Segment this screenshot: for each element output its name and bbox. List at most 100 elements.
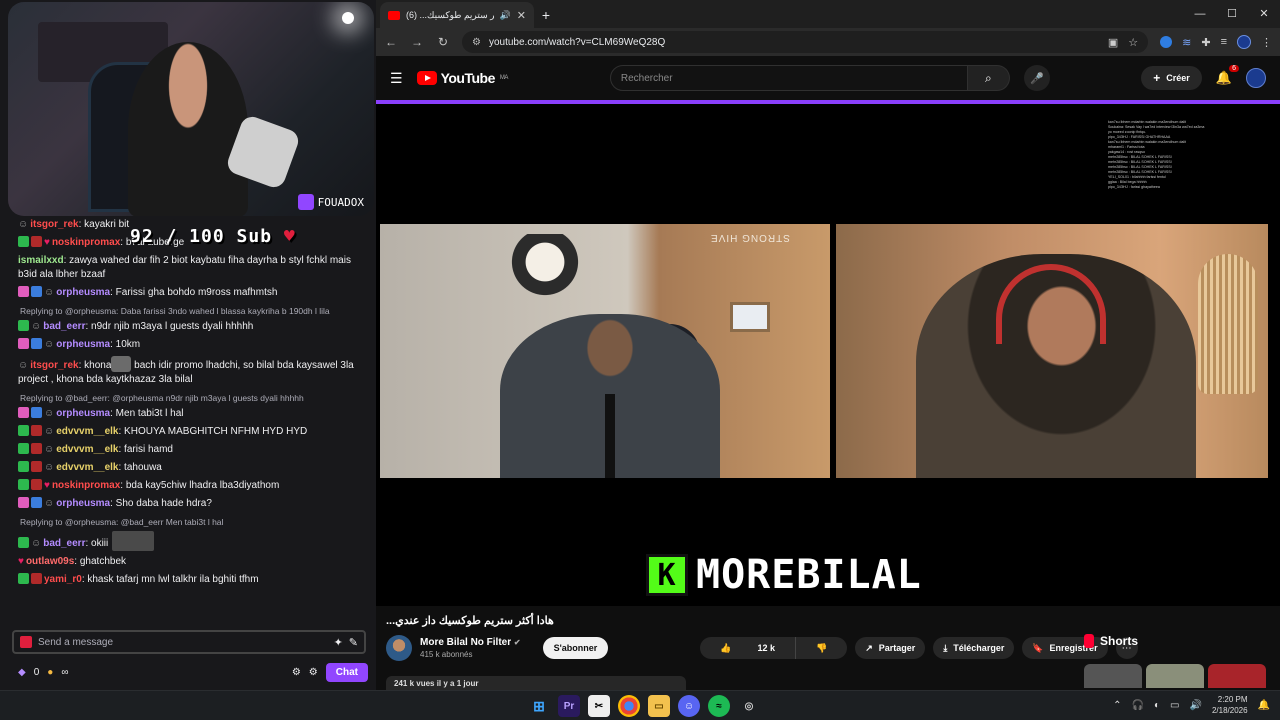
reading-list-icon[interactable]: ≡ [1221,36,1227,48]
minimize-button[interactable]: — [1184,0,1216,28]
chat-message[interactable]: ♥ outlaw09s: ghatchbek [8,553,370,571]
chat-username[interactable]: yami_r0 [44,574,82,585]
chat-username[interactable]: orpheusma [56,339,110,350]
chat-message[interactable]: ☺ edvvvm__elk: farisi hamd [8,441,370,459]
volume-icon[interactable]: 🔊 [1190,700,1202,711]
account-avatar[interactable] [1246,68,1266,88]
dislike-button[interactable]: 👎 [795,637,847,659]
chat-message[interactable]: ☺ orpheusma: 10km [8,336,370,354]
url-text[interactable]: youtube.com/watch?v=CLM69WeQ28Q [489,37,665,48]
speaker-icon[interactable]: 🔊 [500,10,511,21]
chat-username[interactable]: ismailxxd [18,255,64,266]
chat-username[interactable]: itsgor_rek [30,219,78,230]
chat-message[interactable]: ☺ edvvvm__elk: KHOUYA MABGHITCH NFHM HYD … [8,423,370,441]
capcut-icon[interactable]: ✂ [588,695,610,717]
site-info-icon[interactable]: ⚙ [472,37,481,48]
prediction-icon[interactable]: ⚙ [292,667,301,678]
chat-username[interactable]: noskinpromax [52,237,120,248]
chat-username[interactable]: edvvvm__elk [56,426,118,437]
windows-start-icon[interactable]: ⊞ [528,695,550,717]
share-button[interactable]: ↗ Partager [855,637,926,659]
chat-message[interactable]: ismailxxd: zawya wahed dar fih 2 biot ka… [8,252,370,284]
chat-input[interactable]: Send a message [38,637,328,648]
chat-badge-icon [31,338,42,349]
voice-search-icon[interactable]: 🎤 [1023,65,1050,91]
chat-badge-icon [31,286,42,297]
chat-username[interactable]: noskinpromax [52,480,120,491]
emote-picker-icon[interactable]: ✎ [349,636,358,649]
chat-message[interactable]: ☺ orpheusma: Sho daba hade hdra? [8,495,370,513]
chat-username[interactable]: outlaw09s [26,556,74,567]
clock[interactable]: 2:20 PM 2/18/2026 [1212,694,1248,716]
extensions-puzzle-icon[interactable]: ✚ [1201,36,1210,49]
chat-input-box[interactable]: Send a message ✦ ✎ [12,630,366,654]
reload-icon[interactable]: ↻ [436,35,450,49]
shorts-thumbnail[interactable] [1084,664,1142,688]
chat-username[interactable]: edvvvm__elk [56,444,118,455]
omnibox[interactable]: ⚙ youtube.com/watch?v=CLM69WeQ28Q ▣ ☆ [462,31,1149,53]
extension-waves-icon[interactable]: ≋ [1182,36,1191,49]
browser-window: هادا أكثر ستريم طوكسيك... (6) 🔊 ✕ + — ☐ … [376,0,1280,690]
file-explorer-icon[interactable]: ▭ [648,695,670,717]
profile-avatar-icon[interactable] [1237,35,1251,49]
chat-button[interactable]: Chat [325,662,368,682]
search-input[interactable]: Rechercher [609,65,968,91]
hamburger-menu-icon[interactable]: ☰ [390,70,403,87]
shorts-thumbnail[interactable] [1146,664,1204,688]
settings-icon[interactable]: ⚙ [309,667,318,678]
close-window-button[interactable]: ✕ [1248,0,1280,28]
chat-message[interactable]: ☺ orpheusma: Men tabi3t l hal [8,405,370,423]
chat-log[interactable]: ☺ itsgor_rek: kayakri bit ♥ noskinpromax: b… [8,216,370,626]
youtube-logo[interactable]: YouTube MA [416,70,508,86]
channel-avatar[interactable] [386,635,412,661]
notification-center-icon[interactable]: 🔔 [1258,700,1270,711]
chat-message[interactable]: ☺ edvvvm__elk: tahouwa [8,459,370,477]
notifications-bell-icon[interactable]: 🔔 6 [1216,65,1239,86]
chat-message[interactable]: ☺ bad_eerr: n9dr njib m3aya l guests dyal… [8,318,370,336]
tray-app-icon[interactable]: ◐ [1154,700,1160,711]
subscribe-button[interactable]: S'abonner [542,637,609,659]
maximize-button[interactable]: ☐ [1216,0,1248,28]
chat-username[interactable]: itsgor_rek [30,360,78,371]
shorts-icon [1084,634,1094,648]
chat-message[interactable]: ♥ noskinpromax: bda kay5chiw lhadra lba3d… [8,477,370,495]
channel-name[interactable]: More Bilal No Filter [420,637,511,648]
chat-message[interactable]: ☺ orpheusma: Farissi gha bohdo m9ross maf… [8,284,370,302]
chat-message[interactable]: ☺ bad_eerr: okiii [8,529,370,553]
create-button[interactable]: + Créer [1141,66,1202,90]
chat-username[interactable]: bad_eerr [43,538,85,549]
chat-username[interactable]: orpheusma [56,287,110,298]
tab-youtube[interactable]: هادا أكثر ستريم طوكسيك... (6) 🔊 ✕ [380,2,534,28]
spotify-icon[interactable]: ≈ [708,695,730,717]
bookmark-star-icon[interactable]: ☆ [1128,36,1138,49]
close-tab-icon[interactable]: ✕ [517,9,526,22]
discord-icon[interactable]: ☺ [678,695,700,717]
back-icon[interactable]: ← [384,35,398,49]
chat-username[interactable]: orpheusma [56,408,110,419]
coin-icon[interactable]: ● [47,667,53,678]
obs-icon[interactable]: ◎ [738,695,760,717]
tray-chevron-icon[interactable]: ⌃ [1113,700,1121,711]
channel-points-icon[interactable] [20,636,32,648]
channel-points-diamond-icon[interactable]: ◆ [18,667,26,678]
network-icon[interactable]: ▭ [1170,700,1179,711]
extension-shield-icon[interactable] [1160,36,1173,48]
kebab-menu-icon[interactable]: ⋮ [1261,36,1272,49]
headset-tray-icon[interactable]: 🎧 [1132,700,1144,711]
chat-message[interactable]: yami_r0: khask tafarj mn lwl talkhr ila … [8,571,370,589]
shorts-thumbnail[interactable] [1208,664,1266,688]
download-button[interactable]: ⤓ Télécharger [933,637,1015,659]
premiere-pro-icon[interactable]: Pr [558,695,580,717]
like-button[interactable]: 👍 12 k [700,637,795,659]
cast-icon[interactable]: ▣ [1108,36,1118,49]
forward-icon[interactable]: → [410,35,424,49]
chat-username[interactable]: bad_eerr [43,321,85,332]
chat-message[interactable]: ☺ itsgor_rek: khona bach idir promo lhadc… [8,354,370,389]
search-button[interactable]: ⌕ [967,65,1010,91]
chat-username[interactable]: edvvvm__elk [56,462,118,473]
new-tab-button[interactable]: + [534,2,558,28]
video-player[interactable]: kan7su lbhem mdarbin walakin ma3endhum d… [376,104,1280,606]
magic-wand-icon[interactable]: ✦ [334,636,343,649]
chat-username[interactable]: orpheusma [56,498,110,509]
chrome-icon[interactable] [618,695,640,717]
